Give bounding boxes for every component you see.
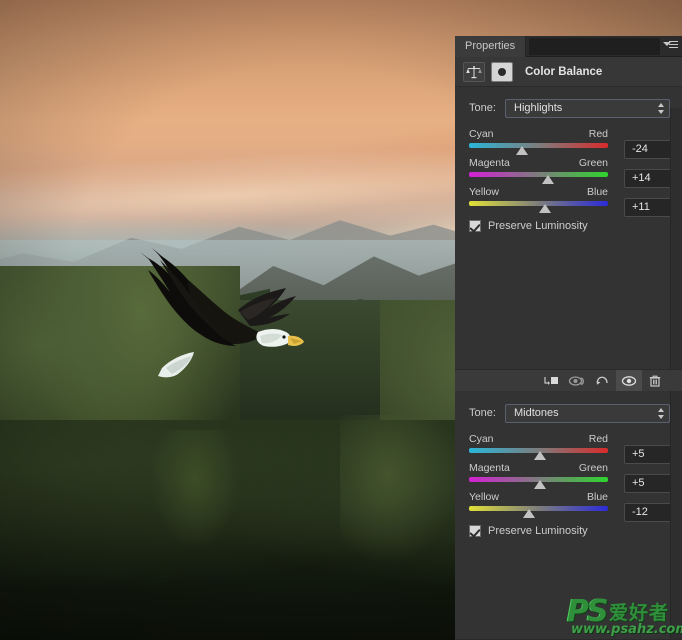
toggle-visibility-eye-icon[interactable] [616, 369, 642, 392]
adjustment-title: Color Balance [525, 65, 603, 78]
layer-mask-thumbnail-icon[interactable] [491, 61, 513, 82]
clip-to-layer-icon[interactable] [538, 370, 564, 392]
chevron-updown-icon[interactable] [657, 102, 664, 116]
slider-track[interactable] [469, 143, 608, 155]
slider-right-label: Blue [586, 186, 608, 198]
tone-select-value: Midtones [514, 406, 559, 419]
slider-thumb[interactable] [539, 204, 552, 213]
bald-eagle [140, 248, 304, 378]
slider-thumb[interactable] [533, 451, 546, 460]
slider-right-label: Blue [586, 491, 608, 503]
slider-track[interactable] [469, 477, 608, 489]
tab-bar-filler [529, 38, 660, 55]
slider-yellow-blue-highlights: Yellow Blue +11 [455, 186, 682, 217]
slider-cyan-red-highlights: Cyan Red -24 [455, 128, 682, 159]
preserve-luminosity-label: Preserve Luminosity [488, 220, 588, 232]
view-previous-state-icon[interactable] [564, 370, 590, 392]
delete-trash-icon[interactable] [642, 370, 668, 392]
slider-value-input[interactable]: -12 [624, 503, 672, 522]
tab-properties[interactable]: Properties [455, 36, 527, 57]
panel-menu-icon[interactable] [663, 40, 678, 53]
slider-thumb[interactable] [515, 146, 528, 155]
slider-left-label: Cyan [469, 128, 494, 140]
preserve-luminosity-row-midtones[interactable]: Preserve Luminosity [455, 525, 682, 537]
tone-row-midtones: Tone: Midtones [455, 402, 682, 424]
slider-track[interactable] [469, 201, 608, 213]
preserve-luminosity-label: Preserve Luminosity [488, 525, 588, 537]
preserve-luminosity-row-highlights[interactable]: Preserve Luminosity [455, 220, 682, 232]
slider-track[interactable] [469, 448, 608, 460]
slider-right-label: Red [588, 433, 608, 445]
slider-yellow-blue-midtones: Yellow Blue -12 [455, 491, 682, 522]
adjustment-header: Color Balance [455, 57, 682, 87]
tone-row-highlights: Tone: Highlights [455, 97, 682, 119]
slider-thumb[interactable] [542, 175, 555, 184]
tone-select-value: Highlights [514, 101, 563, 114]
tree-canopy-left [150, 430, 240, 550]
color-balance-scales-icon[interactable] [463, 61, 485, 82]
slider-track[interactable] [469, 506, 608, 518]
chevron-updown-icon[interactable] [657, 407, 664, 421]
slider-cyan-red-midtones: Cyan Red +5 [455, 433, 682, 464]
slider-right-label: Green [578, 462, 608, 474]
slider-value-input[interactable]: +11 [624, 198, 672, 217]
adjustment-toolbar-highlights [455, 369, 682, 396]
tree-canopy-right [340, 415, 460, 565]
slider-track[interactable] [469, 172, 608, 184]
midtones-section: Tone: Midtones Cyan Red +5 Magenta Green… [455, 391, 682, 639]
tone-label: Tone: [469, 102, 496, 114]
slider-left-label: Cyan [469, 433, 494, 445]
slider-magenta-green-midtones: Magenta Green +5 [455, 462, 682, 493]
panel-scroll-rail[interactable] [670, 108, 682, 369]
preserve-luminosity-checkbox[interactable] [469, 525, 481, 537]
tone-select-midtones[interactable]: Midtones [505, 403, 670, 423]
slider-left-label: Magenta [469, 462, 510, 474]
panel-scroll-rail[interactable] [670, 391, 682, 639]
slider-left-label: Magenta [469, 157, 510, 169]
slider-thumb[interactable] [533, 480, 546, 489]
panel-tab-bar: Properties [455, 36, 682, 57]
slider-magenta-green-highlights: Magenta Green +14 [455, 157, 682, 188]
slider-right-label: Green [578, 157, 608, 169]
properties-panel: Properties Color Balance Tone: Highlight… [455, 36, 682, 640]
slider-left-label: Yellow [469, 491, 499, 503]
highlights-section: Tone: Highlights Cyan Red -24 Magenta Gr… [455, 87, 682, 369]
slider-thumb[interactable] [522, 509, 535, 518]
tone-label: Tone: [469, 407, 496, 419]
photoshop-window: Properties Color Balance Tone: Highlight… [0, 0, 682, 640]
slider-right-label: Red [588, 128, 608, 140]
preserve-luminosity-checkbox[interactable] [469, 220, 481, 232]
tone-select-highlights[interactable]: Highlights [505, 98, 670, 118]
slider-left-label: Yellow [469, 186, 499, 198]
reset-icon[interactable] [590, 370, 616, 392]
